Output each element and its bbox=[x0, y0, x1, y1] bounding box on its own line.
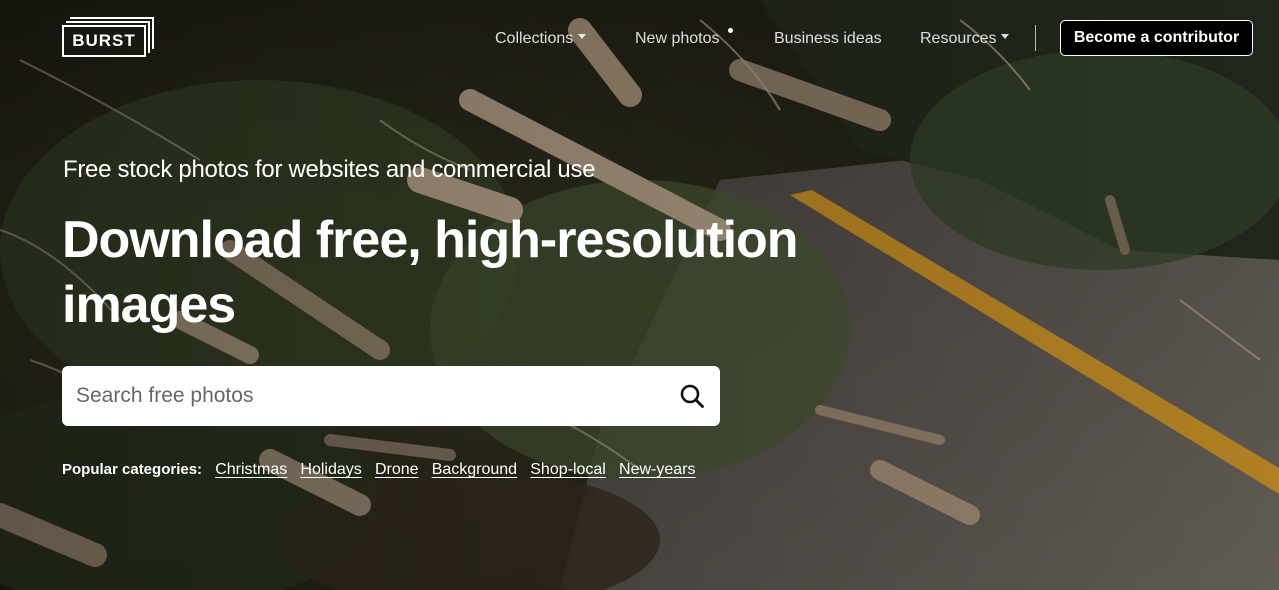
become-contributor-button[interactable]: Become a contributor bbox=[1060, 20, 1253, 56]
hero-headline: Download free, high-resolution images bbox=[62, 211, 799, 334]
search-button[interactable] bbox=[674, 378, 710, 414]
nav-item-label: Collections bbox=[495, 30, 574, 47]
nav-item-resources[interactable]: Resources bbox=[920, 27, 1010, 51]
popular-categories-label: Popular categories: bbox=[62, 461, 203, 478]
popular-categories: Popular categories: Christmas Holidays D… bbox=[62, 459, 705, 481]
search-input[interactable] bbox=[62, 366, 662, 426]
top-navigation-bar: BURST Collections New photos Business id… bbox=[0, 0, 1279, 76]
nav-item-new-photos[interactable]: New photos bbox=[635, 27, 733, 51]
category-link-holidays[interactable]: Holidays bbox=[300, 461, 361, 478]
new-indicator-dot bbox=[728, 28, 733, 33]
caret-down-icon bbox=[578, 34, 587, 40]
nav-item-label: New photos bbox=[635, 30, 720, 47]
nav-item-label: Business ideas bbox=[774, 30, 882, 47]
search-icon bbox=[680, 384, 704, 408]
nav-item-label: Resources bbox=[920, 30, 997, 47]
category-link-drone[interactable]: Drone bbox=[375, 461, 419, 478]
category-link-background[interactable]: Background bbox=[432, 461, 517, 478]
caret-down-icon bbox=[1001, 34, 1010, 40]
hero-section: BURST Collections New photos Business id… bbox=[0, 0, 1279, 590]
category-link-shop-local[interactable]: Shop-local bbox=[530, 461, 606, 478]
search-bar bbox=[62, 366, 720, 426]
hero-subtitle: Free stock photos for websites and comme… bbox=[63, 156, 596, 183]
category-link-new-years[interactable]: New-years bbox=[619, 461, 695, 478]
nav-divider bbox=[1035, 25, 1036, 51]
nav-item-collections[interactable]: Collections bbox=[495, 27, 587, 51]
category-link-christmas[interactable]: Christmas bbox=[215, 461, 287, 478]
nav-item-business-ideas[interactable]: Business ideas bbox=[774, 27, 882, 51]
